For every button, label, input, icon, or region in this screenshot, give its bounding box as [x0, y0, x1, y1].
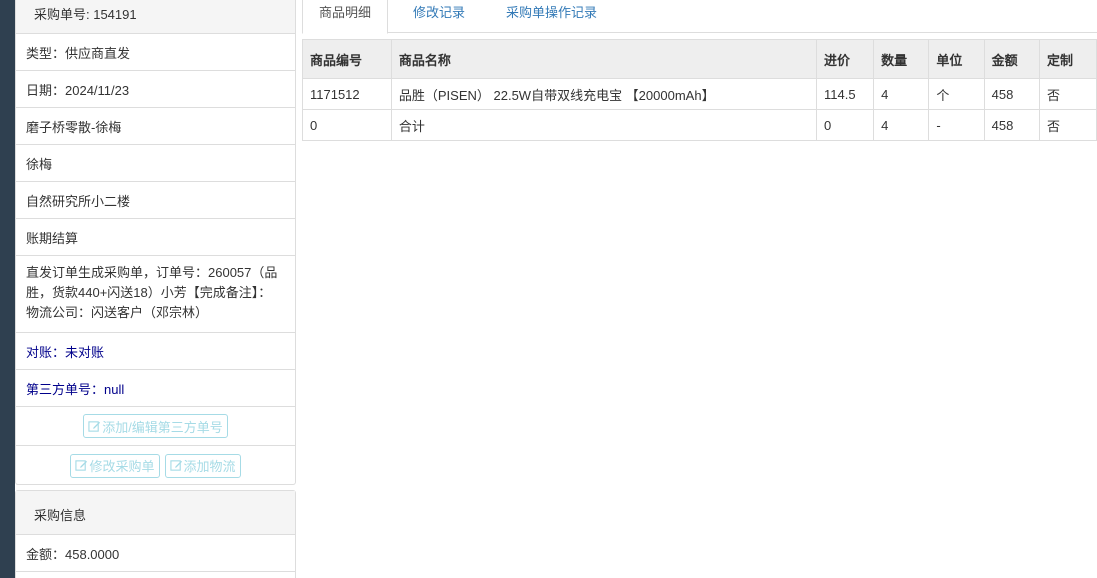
purchase-amount: 金额：458.0000 [16, 535, 295, 572]
column-header: 金额 [983, 39, 1040, 79]
payment-method: 账期结算 [16, 219, 295, 256]
customer-name: 磨子桥零散-徐梅 [16, 108, 295, 145]
product-table: 商品编号 商品名称 进价 数量 单位 金额 定制 1171512 品胜（PISE… [302, 39, 1097, 141]
table-cell: 1171512 [302, 78, 392, 110]
column-header: 单位 [928, 39, 985, 79]
tab-product-details[interactable]: 商品明细 [302, 0, 389, 34]
table-cell: 合计 [390, 109, 818, 141]
third-party-button-row: 添加/编辑第三方单号 [16, 407, 295, 446]
table-cell: 4 [873, 109, 930, 141]
table-cell: 114.5 [816, 78, 875, 110]
table-cell: 458 [983, 109, 1040, 141]
table-cell: 4 [873, 78, 930, 110]
column-header: 数量 [873, 39, 930, 79]
table-row: 1171512 品胜（PISEN） 22.5W自带双线充电宝 【20000mAh… [302, 78, 1097, 110]
table-cell: 否 [1038, 78, 1097, 110]
table-header-row: 商品编号 商品名称 进价 数量 单位 金额 定制 [302, 39, 1097, 79]
table-cell: 品胜（PISEN） 22.5W自带双线充电宝 【20000mAh】 [390, 78, 818, 110]
column-header: 商品编号 [302, 39, 392, 79]
edit-order-button[interactable]: 修改采购单 [70, 453, 160, 478]
column-header: 进价 [816, 39, 875, 79]
add-logistics-button[interactable]: 添加物流 [164, 453, 241, 478]
tab-change-log[interactable]: 修改记录 [413, 0, 465, 33]
edit-third-party-button[interactable]: 添加/编辑第三方单号 [83, 414, 228, 438]
contact-name: 徐梅 [16, 145, 295, 182]
order-date: 日期：2024/11/23 [16, 71, 295, 108]
third-party-number: 第三方单号：null [16, 370, 295, 407]
edit-icon [75, 460, 88, 471]
delivery-address: 自然研究所小二楼 [16, 182, 295, 219]
edit-third-party-label: 添加/编辑第三方单号 [102, 419, 223, 435]
edit-icon [88, 420, 101, 432]
tab-operation-log[interactable]: 采购单操作记录 [506, 0, 597, 33]
table-row-total: 0 合计 0 4 - 458 否 [302, 109, 1097, 141]
purchase-info-heading: 采购信息 [16, 491, 295, 535]
add-logistics-label: 添加物流 [183, 459, 236, 474]
detail-tabs: 商品明细 修改记录 采购单操作记录 [302, 0, 1097, 34]
table-cell: 0 [816, 109, 875, 141]
column-header: 商品名称 [390, 39, 818, 79]
table-cell: - [928, 109, 985, 141]
table-cell: 个 [928, 78, 985, 110]
order-number-heading: 采购单号: 154191 [16, 0, 295, 34]
table-cell: 否 [1038, 109, 1097, 141]
edit-order-label: 修改采购单 [89, 459, 155, 474]
reconcile-status: 对账：未对账 [16, 333, 295, 370]
order-panel: 采购单号: 154191 类型：供应商直发 日期：2024/11/23 磨子桥零… [15, 0, 296, 485]
table-cell: 0 [302, 109, 392, 141]
sidebar-edge [0, 0, 15, 578]
purchase-info-panel: 采购信息 金额：458.0000 [15, 490, 296, 578]
action-button-row: 修改采购单 添加物流 [16, 446, 295, 485]
column-header: 定制 [1038, 39, 1097, 79]
table-cell: 458 [983, 78, 1040, 110]
order-remark: 直发订单生成采购单，订单号：260057（品胜，货款440+闪送18）小芳【完成… [16, 256, 295, 333]
order-type: 类型：供应商直发 [16, 34, 295, 71]
edit-icon [169, 460, 182, 471]
